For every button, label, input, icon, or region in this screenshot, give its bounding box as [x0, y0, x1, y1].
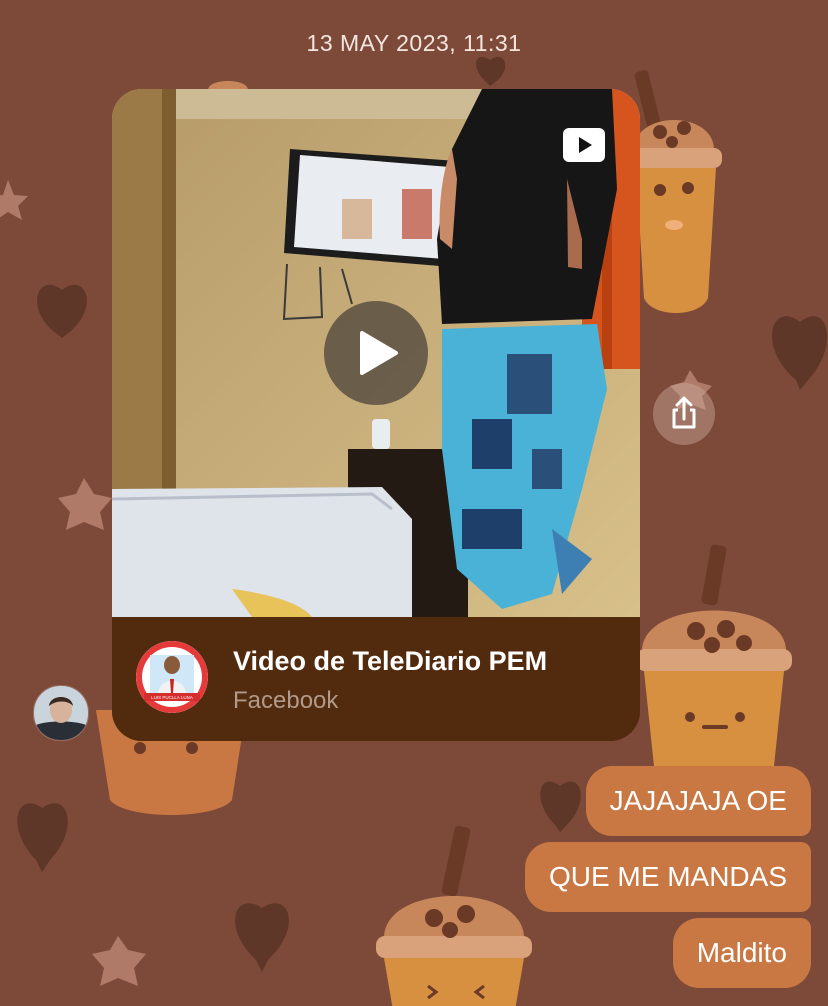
play-icon [360, 331, 398, 375]
message-timestamp: 13 MAY 2023, 11:31 [306, 30, 522, 56]
play-button[interactable] [324, 301, 428, 405]
message-bubble[interactable]: Maldito [672, 918, 811, 988]
contact-avatar[interactable] [33, 685, 89, 741]
shared-post-footer[interactable]: LUIS PUCLLA LUNA Video de TeleDiario PEM… [112, 617, 640, 741]
source-avatar: LUIS PUCLLA LUNA [136, 641, 208, 713]
shared-post-source: Facebook [233, 687, 339, 714]
share-button[interactable] [653, 383, 715, 445]
video-type-badge [563, 128, 605, 162]
video-icon [579, 137, 592, 153]
message-bubble[interactable]: JAJAJAJA OE [585, 766, 811, 836]
video-thumbnail[interactable] [112, 89, 640, 617]
shared-video-post[interactable]: LUIS PUCLLA LUNA Video de TeleDiario PEM… [112, 89, 640, 741]
share-icon [672, 396, 696, 429]
message-bubble[interactable]: QUE ME MANDAS [524, 842, 811, 912]
shared-post-title: Video de TeleDiario PEM [233, 646, 548, 676]
avatar-caption: LUIS PUCLLA LUNA [151, 695, 193, 700]
